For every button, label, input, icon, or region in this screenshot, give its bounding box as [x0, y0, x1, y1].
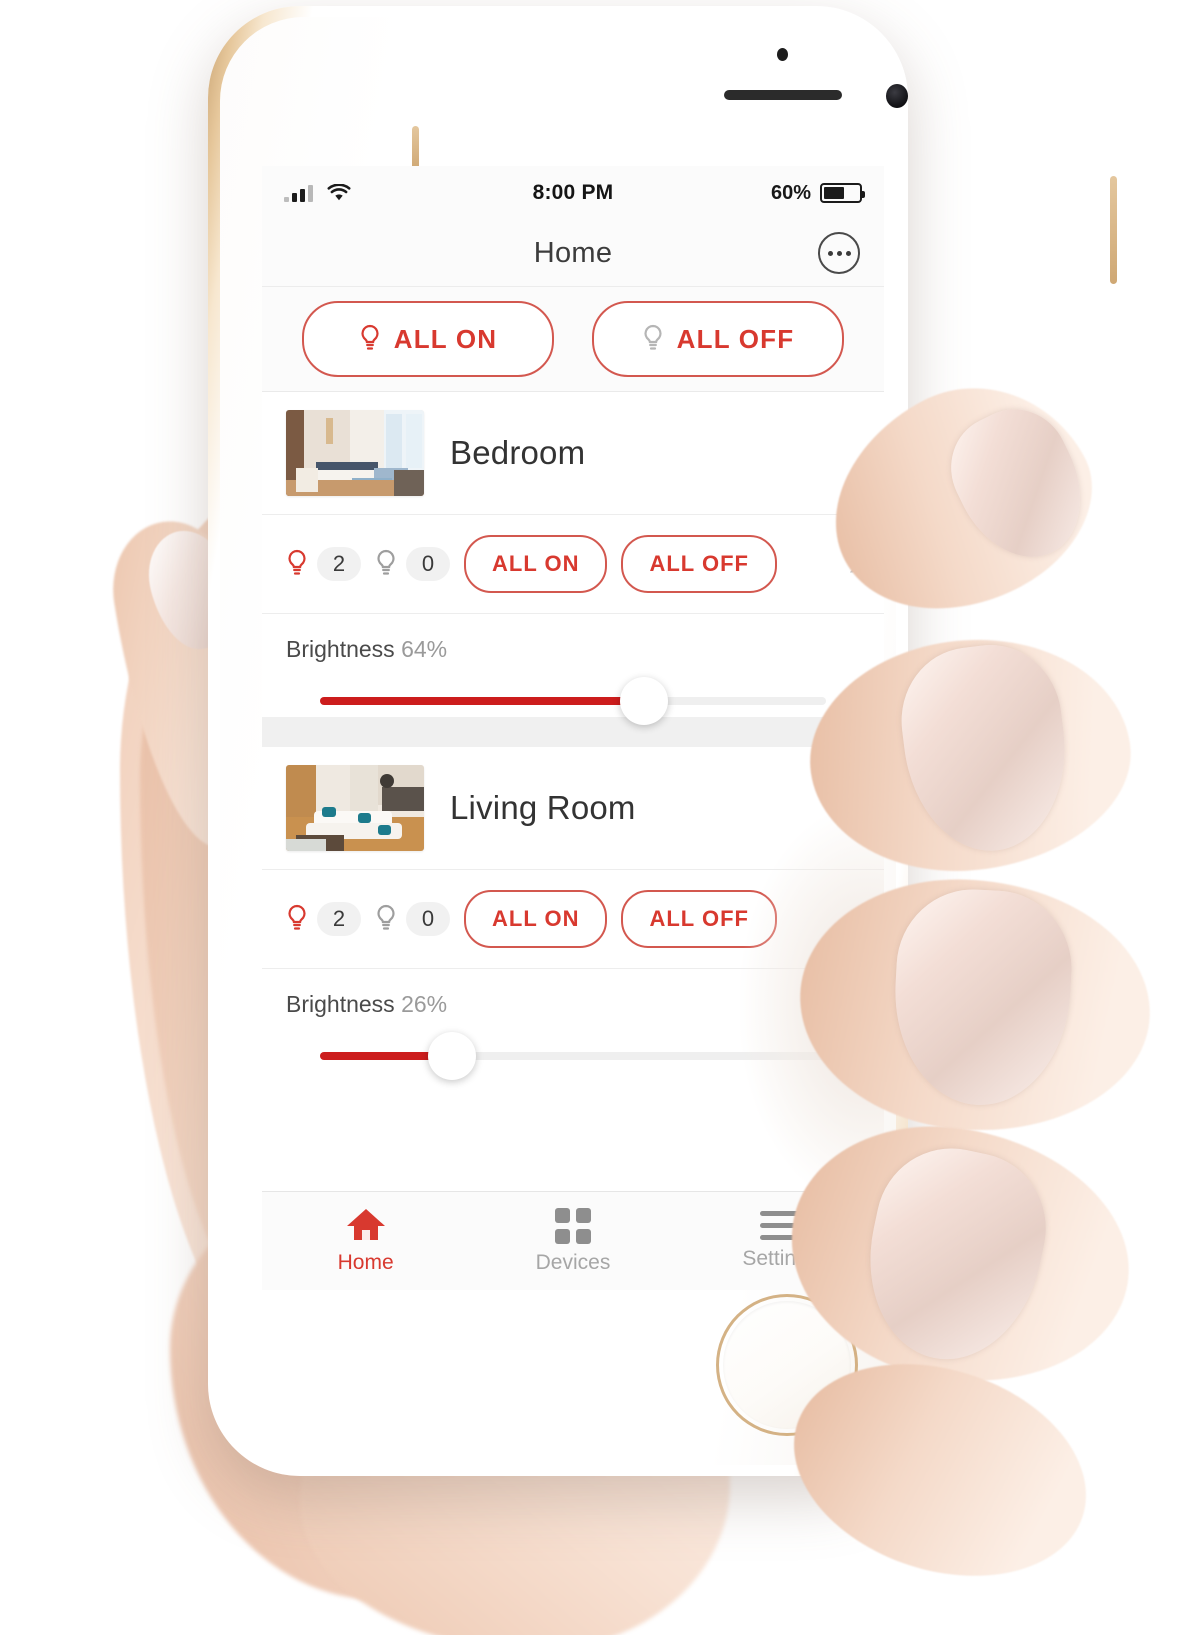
room-controls: 2 0 ALL ON ALL OFF › — [262, 515, 884, 614]
brightness-label: Brightness 64% — [286, 636, 860, 663]
lights-off-group: 0 — [375, 547, 450, 581]
brightness-value: 64% — [401, 636, 448, 662]
bulb-off-icon — [377, 549, 395, 575]
brightness-text: Brightness — [286, 636, 395, 662]
tab-devices-label: Devices — [535, 1250, 611, 1274]
tab-home[interactable]: Home — [262, 1208, 469, 1275]
lights-off-count: 0 — [406, 902, 450, 936]
earpiece-speaker — [724, 90, 842, 100]
front-camera-icon — [886, 84, 908, 108]
power-button[interactable] — [1110, 176, 1117, 284]
home-button[interactable] — [719, 1297, 855, 1433]
screenshot-root: 8:00 PM 60% Home ALL ON ALL OFF Bedroom … — [0, 0, 1200, 1635]
brightness-slider[interactable] — [320, 1032, 826, 1080]
lights-on-group: 2 — [286, 902, 361, 936]
brightness-slider-thumb[interactable] — [427, 1032, 476, 1080]
bulb-on-icon — [288, 549, 306, 575]
global-all-off-button[interactable]: ALL OFF — [592, 301, 844, 377]
bedroom-photo — [286, 410, 424, 496]
room-header[interactable]: Bedroom — [262, 392, 884, 515]
status-bar-clock: 8:00 PM — [532, 181, 614, 204]
brightness-text: Brightness — [286, 991, 395, 1017]
global-all-off-label: ALL OFF — [676, 323, 795, 354]
bulb-on-icon — [288, 904, 306, 930]
battery-icon — [820, 183, 865, 203]
lights-on-count: 2 — [317, 547, 361, 581]
room-all-on-button[interactable]: ALL ON — [464, 890, 608, 948]
living-room-photo — [286, 765, 424, 851]
lights-on-count: 2 — [317, 902, 361, 936]
room-all-off-button[interactable]: ALL OFF — [621, 535, 777, 593]
tab-settings-label: Settings — [742, 1247, 819, 1270]
tab-home-label: Home — [337, 1250, 394, 1274]
tab-settings[interactable]: Settings — [677, 1211, 884, 1271]
brightness-label: Brightness 26% — [286, 991, 860, 1018]
room-name: Bedroom — [450, 434, 586, 471]
brightness-slider[interactable] — [320, 677, 826, 725]
bulb-off-icon — [377, 904, 395, 930]
tab-devices[interactable]: Devices — [469, 1207, 676, 1275]
bulb-off-icon — [644, 324, 662, 350]
room-header[interactable]: Living Room — [262, 747, 884, 870]
brightness-slider-thumb[interactable] — [619, 677, 668, 725]
global-all-on-label: ALL ON — [393, 323, 498, 354]
brightness-value: 26% — [401, 991, 448, 1017]
mute-switch[interactable] — [412, 126, 419, 170]
lights-off-count: 0 — [406, 547, 450, 581]
room-all-on-button[interactable]: ALL ON — [464, 535, 608, 593]
house-icon — [346, 1208, 385, 1240]
room-controls: 2 0 ALL ON ALL OFF › — [262, 870, 884, 969]
room-name: Living Room — [450, 789, 636, 826]
middle-fingernail — [893, 637, 1077, 860]
brightness-section: Brightness 64% — [262, 614, 884, 725]
global-all-on-button[interactable]: ALL ON — [302, 301, 554, 377]
index-fingernail — [933, 391, 1105, 579]
tab-bar: Home Devices Settings — [262, 1191, 884, 1290]
nav-bar: Home — [262, 220, 884, 287]
ring-fingernail — [889, 885, 1076, 1110]
section-divider — [262, 717, 884, 747]
grid-icon — [554, 1207, 591, 1244]
proximity-sensor-icon — [777, 48, 788, 61]
lights-off-group: 0 — [375, 902, 450, 936]
global-controls: ALL ON ALL OFF — [262, 287, 884, 392]
lights-on-group: 2 — [286, 547, 361, 581]
chevron-right-icon[interactable]: › — [849, 547, 860, 581]
brightness-section: Brightness 26% — [262, 969, 884, 1080]
page-title: Home — [533, 236, 613, 269]
room-all-off-button[interactable]: ALL OFF — [621, 890, 777, 948]
status-bar: 8:00 PM 60% — [262, 166, 884, 220]
brightness-slider-fill — [320, 697, 644, 705]
hamburger-icon — [760, 1211, 801, 1240]
more-options-icon[interactable] — [818, 232, 860, 274]
room-card: Living Room 2 0 ALL ON ALL OFF › Brightn… — [262, 747, 884, 1080]
chevron-right-icon[interactable]: › — [849, 902, 860, 936]
room-card: Bedroom 2 0 ALL ON ALL OFF › Brightness … — [262, 392, 884, 725]
app-screen: 8:00 PM 60% Home ALL ON ALL OFF Bedroom … — [262, 166, 884, 1290]
bulb-on-icon — [361, 324, 379, 350]
